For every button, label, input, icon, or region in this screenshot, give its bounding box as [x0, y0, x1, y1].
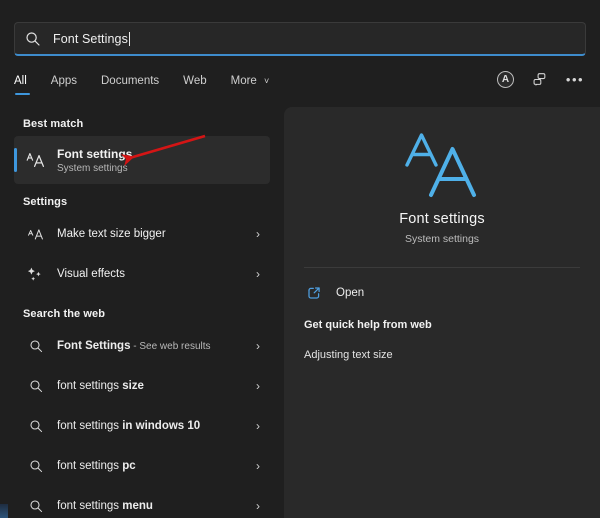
- search-the-web-heading: Search the web: [23, 308, 106, 320]
- web-search-item[interactable]: font settings menu ›: [14, 486, 270, 518]
- more-options-icon[interactable]: •••: [564, 68, 586, 90]
- search-input[interactable]: Font Settings: [53, 32, 128, 46]
- accessibility-a-icon[interactable]: A: [497, 70, 514, 88]
- web-query-text: Font Settings - See web results: [57, 340, 211, 352]
- chevron-right-icon[interactable]: ›: [256, 268, 260, 280]
- settings-item-make-text-size-bigger[interactable]: Make text size bigger ›: [14, 214, 270, 254]
- quick-help-heading: Get quick help from web: [304, 319, 432, 331]
- preview-panel: Font settings System settings Open Get q…: [284, 107, 600, 518]
- web-query-bold: menu: [122, 500, 153, 512]
- open-action-label: Open: [336, 287, 365, 299]
- web-query-text: font settings pc: [57, 460, 136, 472]
- web-query-main: font settings: [57, 500, 123, 512]
- web-query-bold: size: [122, 380, 144, 392]
- settings-text-block: Visual effects: [57, 268, 125, 280]
- open-external-icon: [304, 285, 324, 301]
- more-options-glyph: •••: [565, 71, 585, 87]
- toolbar-icon-group: A •••: [497, 68, 586, 90]
- web-query-bold: pc: [122, 460, 136, 472]
- search-icon: [23, 419, 49, 434]
- web-search-item[interactable]: font settings size ›: [14, 366, 270, 406]
- search-icon: [23, 339, 49, 354]
- quick-help-link-row[interactable]: Adjusting text size: [284, 340, 600, 370]
- settings-item-title: Visual effects: [57, 268, 125, 280]
- chevron-right-icon[interactable]: ›: [256, 460, 260, 472]
- font-aa-logo: [398, 129, 486, 199]
- result-subtitle: System settings: [57, 162, 128, 174]
- web-query-bold: in windows 10: [122, 420, 201, 432]
- tab-more[interactable]: More ˅: [231, 75, 270, 95]
- result-item-font-settings[interactable]: Font settings System settings: [14, 136, 270, 184]
- results-column: Best match Font settings System settings…: [0, 106, 284, 518]
- chevron-down-icon: ˅: [264, 76, 270, 86]
- desktop-corner-sliver: [0, 504, 8, 518]
- tab-documents-label: Documents: [101, 75, 160, 87]
- sparkle-effects-icon: [23, 265, 49, 283]
- tab-more-label: More: [230, 75, 257, 87]
- tab-all-label: All: [14, 75, 27, 87]
- text-caret: [128, 31, 130, 46]
- tab-web[interactable]: Web: [183, 75, 206, 95]
- open-action-row[interactable]: Open: [284, 276, 600, 310]
- chevron-right-icon[interactable]: ›: [256, 228, 260, 240]
- tab-apps[interactable]: Apps: [51, 75, 77, 95]
- search-icon: [23, 459, 49, 474]
- tab-web-label: Web: [183, 75, 207, 87]
- font-aa-icon: [23, 226, 49, 242]
- quick-help-heading-row: Get quick help from web: [284, 310, 600, 340]
- search-icon: [25, 31, 41, 47]
- settings-text-block: Make text size bigger: [57, 228, 166, 240]
- web-query-suffix: - See web results: [130, 341, 211, 352]
- web-search-item[interactable]: font settings pc ›: [14, 446, 270, 486]
- preview-title: Font settings: [399, 211, 485, 227]
- search-flyout-window: Font Settings All Apps Documents Web Mor…: [0, 0, 600, 518]
- chevron-right-icon[interactable]: ›: [256, 420, 260, 432]
- tab-apps-label: Apps: [50, 75, 77, 87]
- chevron-right-icon[interactable]: ›: [256, 500, 260, 512]
- settings-item-visual-effects[interactable]: Visual effects ›: [14, 254, 270, 294]
- search-box[interactable]: Font Settings: [14, 22, 586, 56]
- result-title: Font settings: [57, 146, 133, 161]
- web-query-text: font settings in windows 10: [57, 420, 200, 432]
- web-query-main: font settings: [57, 420, 123, 432]
- chevron-right-icon[interactable]: ›: [256, 340, 260, 352]
- web-query-main: Font Settings: [57, 340, 131, 352]
- chevron-right-icon[interactable]: ›: [256, 380, 260, 392]
- tab-all[interactable]: All: [14, 75, 30, 95]
- quick-help-link[interactable]: Adjusting text size: [304, 349, 393, 361]
- web-query-main: font settings: [57, 380, 123, 392]
- settings-item-title: Make text size bigger: [57, 228, 166, 240]
- web-query-text: font settings menu: [57, 500, 153, 512]
- web-query-text: font settings size: [57, 380, 144, 392]
- preview-divider: [304, 267, 580, 268]
- font-aa-icon: [23, 151, 49, 169]
- accessibility-a-glyph: A: [501, 73, 510, 85]
- feedback-icon[interactable]: [528, 68, 550, 90]
- search-icon: [23, 499, 49, 514]
- best-match-heading: Best match: [23, 118, 84, 130]
- settings-heading: Settings: [23, 196, 68, 208]
- result-text-block: Font settings System settings: [57, 147, 132, 174]
- web-search-item[interactable]: Font Settings - See web results ›: [14, 326, 270, 366]
- tab-documents[interactable]: Documents: [101, 75, 159, 95]
- web-search-item[interactable]: font settings in windows 10 ›: [14, 406, 270, 446]
- web-query-main: font settings: [57, 460, 123, 472]
- filter-tabs: All Apps Documents Web More ˅ A •••: [14, 70, 586, 100]
- search-icon: [23, 379, 49, 394]
- preview-subtitle: System settings: [404, 233, 480, 245]
